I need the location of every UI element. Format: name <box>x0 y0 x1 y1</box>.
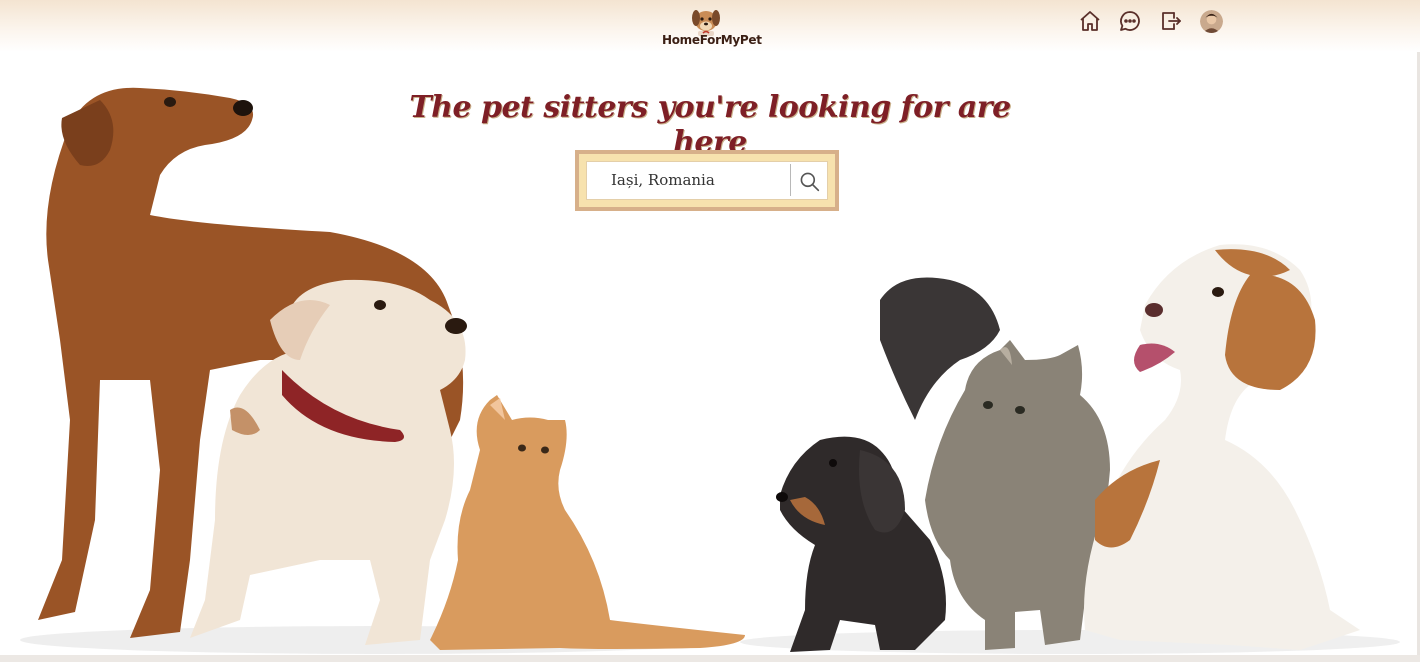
messages-button[interactable] <box>1118 9 1144 35</box>
beagle-dog <box>1084 244 1360 651</box>
bulldog <box>190 279 467 645</box>
logo-text: HomeForMyPet <box>662 33 762 47</box>
tabby-cat <box>880 277 1110 650</box>
avatar[interactable] <box>1200 10 1223 33</box>
profile-photo <box>1200 10 1223 33</box>
dachshund-puppy <box>776 436 946 652</box>
header-bar: HomeForMyPet <box>0 0 1420 52</box>
ginger-kitten <box>430 395 745 650</box>
home-button[interactable] <box>1078 9 1104 35</box>
logo[interactable]: HomeForMyPet <box>662 2 762 52</box>
logout-icon <box>1162 12 1181 30</box>
search-box <box>575 150 839 211</box>
search-button[interactable] <box>795 167 823 195</box>
location-search-input[interactable] <box>591 164 791 196</box>
chat-bubble-icon <box>1120 11 1140 31</box>
logout-button[interactable] <box>1159 9 1185 35</box>
home-icon <box>1080 11 1100 31</box>
ridgeback-dog <box>38 87 464 638</box>
search-icon <box>800 172 820 192</box>
search-inner <box>586 161 828 200</box>
footer-strip <box>0 655 1420 662</box>
